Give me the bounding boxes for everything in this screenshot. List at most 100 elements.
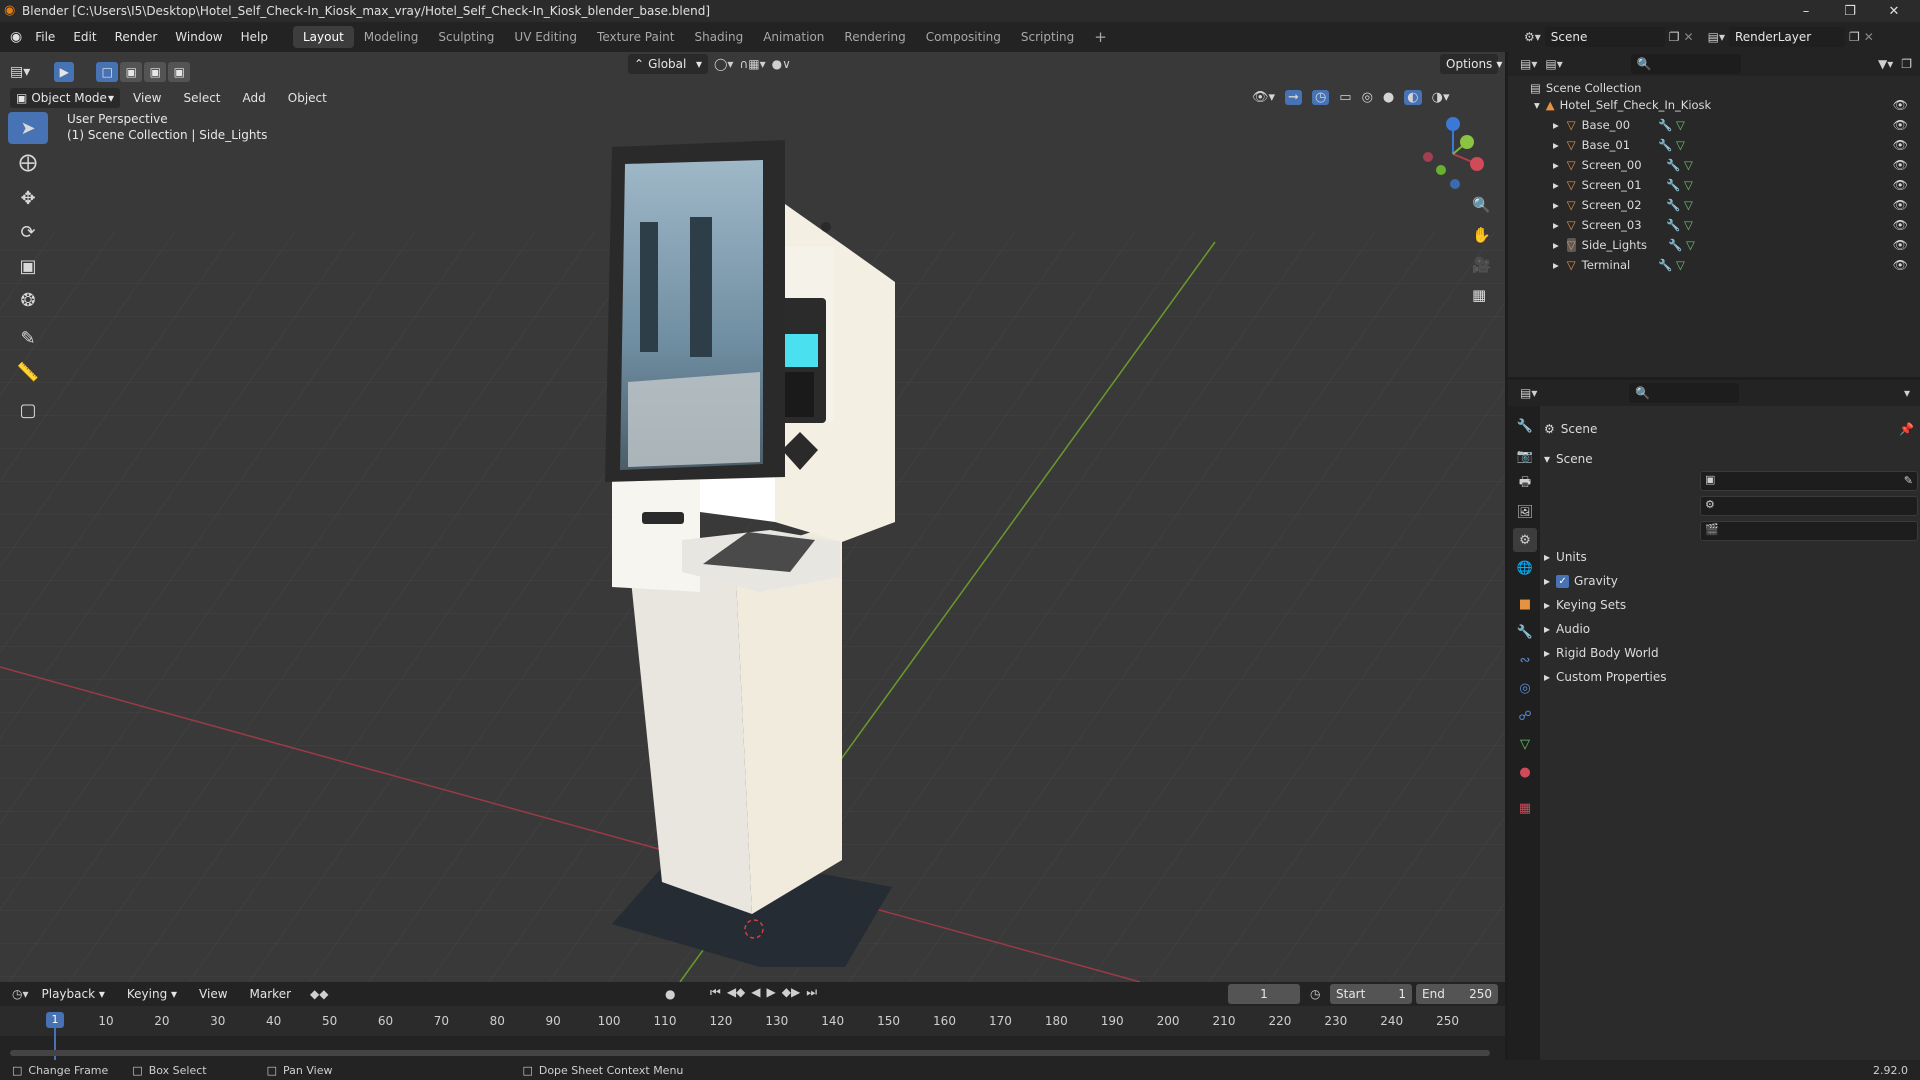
eye-icon[interactable]: 👁	[1893, 238, 1908, 252]
overlay-icon[interactable]: ◷	[1311, 90, 1330, 105]
pivot-icon[interactable]: ◯▾	[714, 57, 733, 71]
outliner-search-input[interactable]: 🔍	[1630, 54, 1741, 74]
gravity-checkbox[interactable]: ✓	[1556, 574, 1570, 588]
collection-expand-icon[interactable]: ▾	[1534, 98, 1540, 112]
add-cube-tool[interactable]: ▢	[8, 394, 48, 426]
units-section[interactable]: ▸ Units	[1544, 546, 1914, 568]
menu-file[interactable]: File	[26, 30, 64, 44]
rigid-body-world-section[interactable]: ▸ Rigid Body World	[1544, 642, 1914, 664]
timeline-menu-marker[interactable]: Marker	[241, 987, 300, 1001]
constraints-tab-icon[interactable]: ☍	[1513, 704, 1537, 728]
minimize-button[interactable]: –	[1784, 0, 1828, 22]
material-shading-icon[interactable]: ◐	[1404, 90, 1422, 105]
gravity-section[interactable]: ▸ ✓ Gravity	[1544, 570, 1914, 592]
select-subtract-icon[interactable]: ▣	[144, 62, 167, 82]
tab-texture-paint[interactable]: Texture Paint	[587, 26, 684, 48]
next-keyframe-icon[interactable]: ◆▶	[782, 985, 800, 1000]
keying-sets-section[interactable]: ▸ Keying Sets	[1544, 594, 1914, 616]
select-new-icon[interactable]: □	[96, 62, 119, 82]
object-tab-icon[interactable]: ■	[1513, 592, 1537, 616]
eye-icon[interactable]: 👁	[1893, 138, 1908, 152]
eye-icon[interactable]: 👁	[1893, 98, 1908, 112]
xray-icon[interactable]: ▭	[1339, 90, 1351, 105]
eye-icon[interactable]: 👁	[1893, 158, 1908, 172]
eye-icon[interactable]: 👁	[1893, 198, 1908, 212]
menu-edit[interactable]: Edit	[64, 30, 105, 44]
menu-help[interactable]: Help	[232, 30, 277, 44]
pan-hand-icon[interactable]: ✋	[1472, 226, 1491, 244]
scale-tool[interactable]: ▣	[8, 250, 48, 282]
start-frame-field[interactable]: Start 1	[1330, 984, 1412, 1004]
outliner-row-side-lights[interactable]: ▸ ▽ Side_Lights 🔧 ▽ 👁	[1508, 235, 1920, 255]
rotate-tool[interactable]: ⟳	[8, 216, 48, 248]
tab-rendering[interactable]: Rendering	[834, 26, 915, 48]
timeline-editor-icon[interactable]: ◷▾	[12, 987, 29, 1001]
3d-viewport[interactable]: ▤▾ ▶ □ ▣ ▣ ▣ ▣ Object Mode ▾ View Select …	[0, 52, 1505, 982]
outliner-row-base-00[interactable]: ▸ ▽ Base_00 🔧 ▽ 👁	[1508, 115, 1920, 135]
scene-panel-label[interactable]: Scene	[1556, 452, 1593, 466]
viewport-menu-select[interactable]: Select	[174, 91, 229, 105]
timeline-menu-playback[interactable]: Playback ▾	[33, 987, 114, 1001]
maximize-button[interactable]: ❐	[1828, 0, 1872, 22]
render-tab-icon[interactable]: 📷	[1513, 444, 1537, 468]
object-mode-dropdown[interactable]: ▣ Object Mode ▾	[10, 88, 120, 108]
play-icon[interactable]: ▶	[767, 985, 776, 1000]
ortho-grid-icon[interactable]: ▦	[1472, 286, 1491, 304]
camera-field[interactable]: ▣ ✎	[1700, 471, 1918, 491]
scene-tab-icon[interactable]: ⚙	[1513, 528, 1537, 552]
scene-selector-icon[interactable]: ⚙▾	[1524, 30, 1541, 44]
custom-properties-section[interactable]: ▸ Custom Properties	[1544, 666, 1914, 688]
eye-icon[interactable]: 👁	[1893, 118, 1908, 132]
active-clip-field[interactable]: 🎬	[1700, 521, 1918, 541]
new-layer-icon[interactable]: ❐	[1849, 30, 1860, 44]
collection-label[interactable]: Hotel_Self_Check_In_Kiosk	[1560, 98, 1712, 112]
tab-sculpting[interactable]: Sculpting	[428, 26, 504, 48]
auto-key-icon[interactable]: ●	[665, 987, 675, 1001]
rendered-shading-icon[interactable]: ◑▾	[1432, 90, 1450, 105]
transform-orientation-dropdown[interactable]: ⌃ Global ▾	[628, 54, 708, 74]
zoom-icon[interactable]: 🔍	[1472, 196, 1491, 214]
modifier-tab-icon[interactable]: 🔧	[1513, 620, 1537, 644]
eye-icon[interactable]: 👁	[1893, 258, 1908, 272]
jump-end-icon[interactable]: ⏭	[806, 985, 817, 1000]
annotate-tool[interactable]: ✎	[8, 322, 48, 354]
select-invert-icon[interactable]: ▣	[168, 62, 191, 82]
properties-options-icon[interactable]: ▾	[1904, 386, 1910, 400]
eye-icon[interactable]: 👁	[1893, 218, 1908, 232]
new-scene-icon[interactable]: ❐	[1669, 30, 1680, 44]
editor-type-icon[interactable]: ▤▾	[10, 64, 30, 80]
camera-view-icon[interactable]: 🎥	[1472, 256, 1491, 274]
tab-compositing[interactable]: Compositing	[916, 26, 1011, 48]
play-reverse-icon[interactable]: ◀	[751, 985, 760, 1000]
timeline-menu-keying[interactable]: Keying ▾	[118, 987, 186, 1001]
outliner-row-screen-02[interactable]: ▸ ▽ Screen_02 🔧 ▽ 👁	[1508, 195, 1920, 215]
cursor-tool[interactable]: ⨁	[8, 146, 48, 178]
end-frame-field[interactable]: End 250	[1416, 984, 1498, 1004]
visibility-icon[interactable]: 👁▾	[1252, 90, 1275, 105]
tab-scripting[interactable]: Scripting	[1011, 26, 1084, 48]
current-frame-field[interactable]: 1	[1228, 984, 1300, 1004]
physics-tab-icon[interactable]: ◎	[1513, 676, 1537, 700]
outliner-row-base-01[interactable]: ▸ ▽ Base_01 🔧 ▽ 👁	[1508, 135, 1920, 155]
tool-tab-icon[interactable]: 🔧	[1513, 414, 1537, 438]
keyframe-icon[interactable]: ◆◆	[310, 987, 328, 1001]
outliner-row-screen-03[interactable]: ▸ ▽ Screen_03 🔧 ▽ 👁	[1508, 215, 1920, 235]
add-workspace-icon[interactable]: +	[1084, 24, 1117, 50]
tab-animation[interactable]: Animation	[753, 26, 834, 48]
eye-icon[interactable]: 👁	[1893, 178, 1908, 192]
pin-icon[interactable]: 📌	[1899, 422, 1914, 436]
eyedropper-icon[interactable]: ✎	[1904, 474, 1913, 487]
jump-start-icon[interactable]: ⏮	[710, 985, 721, 1000]
preview-range-icon[interactable]: ◷	[1310, 987, 1320, 1001]
output-tab-icon[interactable]: 🖶	[1513, 472, 1537, 496]
audio-section[interactable]: ▸ Audio	[1544, 618, 1914, 640]
view-layer-tab-icon[interactable]: 🖼	[1513, 500, 1537, 524]
gizmo-icon[interactable]: ➞	[1285, 90, 1302, 105]
prev-keyframe-icon[interactable]: ◀◆	[727, 985, 745, 1000]
outliner-row-screen-00[interactable]: ▸ ▽ Screen_00 🔧 ▽ 👁	[1508, 155, 1920, 175]
view-layer-icon[interactable]: ▤▾	[1708, 30, 1725, 44]
outliner-row-terminal[interactable]: ▸ ▽ Terminal 🔧 ▽ 👁	[1508, 255, 1920, 275]
properties-search-input[interactable]: 🔍	[1629, 383, 1740, 403]
tab-uv-editing[interactable]: UV Editing	[504, 26, 587, 48]
solid-shading-icon[interactable]: ●	[1383, 90, 1394, 105]
